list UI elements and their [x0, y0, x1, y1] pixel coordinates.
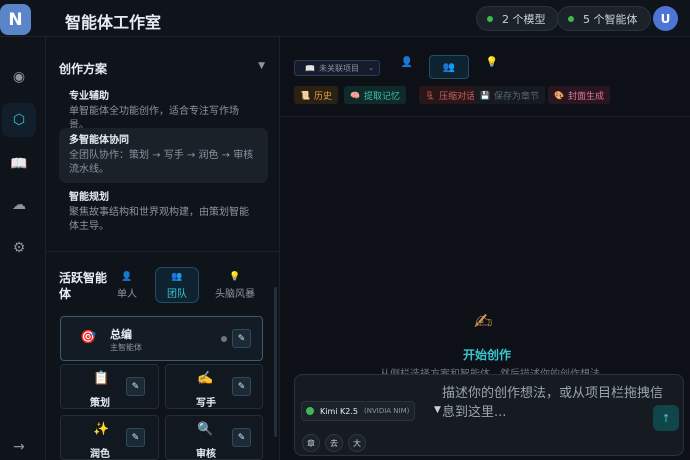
project-select[interactable]: 📖 未关联项目 ⌄	[294, 60, 380, 76]
edit-agent-button[interactable]: ✎	[232, 377, 251, 396]
agent-card-writer[interactable]: ✍️ 写手 ✎	[165, 364, 263, 409]
extract-memory-button[interactable]: 🧠 提取记忆	[344, 86, 406, 104]
target-icon[interactable]: ◉	[2, 60, 36, 94]
plan-title: 专业辅助	[69, 91, 109, 102]
format-button-remove[interactable]: 去	[325, 434, 343, 452]
tag-label: 保存为章节	[493, 91, 539, 102]
plan-title: 多智能体协同	[69, 135, 129, 146]
agent-status-dot	[221, 336, 227, 342]
send-button[interactable]: ↑	[653, 405, 679, 431]
edit-agent-button[interactable]: ✎	[232, 329, 251, 348]
mode-label: 单人	[117, 288, 137, 300]
single-mode-icon[interactable]: 👤	[397, 57, 417, 68]
left-rail: ◉ ⬡ 📖 ☁ ⚙ →	[0, 37, 46, 460]
status-dot	[568, 15, 574, 22]
edit-agent-button[interactable]: ✎	[232, 428, 251, 447]
section-divider	[46, 251, 280, 252]
panel-scrollbar[interactable]	[274, 287, 277, 437]
empty-state-title: 开始创作	[463, 348, 512, 362]
plan-option-smart-plan[interactable]: 智能规划 聚焦故事结构和世界观构建，由策划智能体主导。	[59, 185, 268, 240]
plans-section-title: 创作方案	[59, 62, 108, 76]
plan-option-multi-agent[interactable]: 多智能体协同 全团队协作：策划 → 写手 → 润色 → 审核流水线。	[59, 128, 268, 183]
agent-card-polisher[interactable]: ✨ 润色 ✎	[60, 415, 159, 460]
cloud-icon[interactable]: ☁	[2, 188, 36, 222]
team-icon: 👥	[171, 271, 183, 282]
project-select-value: 未关联项目	[318, 63, 359, 73]
agent-name: 审核	[196, 449, 216, 460]
tag-label: 压缩对话	[439, 91, 476, 102]
mode-label: 团队	[167, 288, 187, 300]
target-icon: 🎯	[80, 330, 97, 345]
agent-count-label: 5 个智能体	[583, 12, 638, 26]
agent-card-lead[interactable]: 🎯 总编 主智能体 ✎	[60, 316, 263, 361]
caret-down-icon[interactable]: ▼	[434, 405, 441, 415]
app-logo[interactable]: N	[0, 4, 31, 35]
folder-icon: 📖	[305, 63, 315, 73]
agent-name: 写手	[196, 398, 216, 409]
agents-section-title: 活跃智能体	[59, 271, 108, 301]
agent-name: 策划	[90, 398, 110, 409]
model-count-badge[interactable]: 2 个模型	[476, 6, 559, 31]
mode-tab-brainstorm[interactable]: 💡 头脑风暴	[211, 267, 259, 303]
model-provider: (NVIDIA NIM)	[364, 407, 410, 415]
agent-role: 主智能体	[110, 343, 142, 352]
edit-agent-button[interactable]: ✎	[126, 377, 145, 396]
logout-arrow-icon[interactable]: →	[2, 430, 36, 460]
edit-agent-button[interactable]: ✎	[126, 428, 145, 447]
agent-count-badge[interactable]: 5 个智能体	[557, 6, 651, 31]
tag-label: 提取记忆	[363, 91, 400, 102]
format-button-large[interactable]: 大	[348, 434, 366, 452]
cover-generate-button[interactable]: 🎨 封面生成	[548, 86, 610, 104]
save-chapter-button[interactable]: 💾 保存为章节	[474, 86, 545, 104]
agent-card-reviewer[interactable]: 🔍 审核 ✎	[165, 415, 263, 460]
book-icon[interactable]: 📖	[2, 147, 36, 181]
team-mode-icon[interactable]: 👥	[429, 55, 469, 79]
mode-tab-single[interactable]: 👤 单人	[105, 267, 149, 303]
model-name: Kimi K2.5	[320, 406, 358, 416]
hexagon-icon[interactable]: ⬡	[2, 103, 36, 137]
person-icon: 👤	[121, 271, 133, 282]
agent-card-planner[interactable]: 📋 策划 ✎	[60, 364, 159, 409]
chat-toolbar: 📖 未关联项目 ⌄ 👤 👥 💡 📜 历史 🧠 提取记忆 🗜 压缩对话 💾 保存为…	[281, 37, 690, 117]
mode-tab-team[interactable]: 👥 团队	[155, 267, 199, 303]
gear-icon[interactable]: ⚙	[2, 231, 36, 265]
app-root: N 智能体工作室 2 个模型 5 个智能体 U ◉ ⬡ 📖 ☁ ⚙ → 创作方案…	[0, 0, 690, 460]
sparkles-icon: ✨	[93, 422, 110, 437]
writing-hand-icon: ✍️	[197, 371, 214, 386]
side-panel: 创作方案 ▼ 专业辅助 单智能体全功能创作，适合专注写作场景。 多智能体协同 全…	[46, 37, 280, 460]
status-dot	[487, 15, 493, 22]
chevron-down-icon: ⌄	[368, 64, 374, 72]
history-button[interactable]: 📜 历史	[294, 86, 338, 104]
clipboard-icon: 📋	[93, 371, 110, 386]
model-selector[interactable]: Kimi K2.5 (NVIDIA NIM)	[301, 401, 416, 421]
scroll-icon: 📜	[300, 90, 310, 100]
palette-icon: 🎨	[554, 90, 564, 100]
compress-chat-button[interactable]: 🗜 压缩对话	[419, 86, 482, 104]
lightbulb-icon: 💡	[229, 271, 241, 282]
app-title: 智能体工作室	[65, 13, 162, 32]
model-count-label: 2 个模型	[502, 12, 546, 26]
model-status-dot	[306, 407, 314, 415]
mode-label: 头脑风暴	[215, 288, 255, 300]
plan-title: 智能规划	[69, 192, 109, 203]
agent-name: 润色	[90, 449, 110, 460]
plan-desc: 全团队协作：策划 → 写手 → 润色 → 审核流水线。	[69, 150, 254, 175]
top-header: N 智能体工作室 2 个模型 5 个智能体 U	[0, 0, 690, 37]
magnifier-icon: 🔍	[197, 422, 214, 437]
composer-placeholder[interactable]: 描述你的创作想法，或从项目栏拖拽信息到这里...	[442, 384, 672, 422]
save-icon: 💾	[480, 90, 490, 100]
user-avatar[interactable]: U	[653, 6, 678, 31]
plan-desc: 聚焦故事结构和世界观构建，由策划智能体主导。	[69, 207, 249, 232]
collapse-caret-icon[interactable]: ▼	[258, 61, 265, 71]
compress-icon: 🗜	[425, 90, 436, 100]
tag-label: 封面生成	[567, 91, 604, 102]
agent-name: 总编	[110, 328, 132, 341]
brainstorm-mode-icon[interactable]: 💡	[482, 57, 502, 68]
brain-icon: 🧠	[350, 90, 360, 100]
format-button-chapter[interactable]: 章	[302, 434, 320, 452]
tag-label: 历史	[313, 91, 332, 102]
writing-hand-icon: ✍	[474, 310, 493, 335]
message-composer[interactable]: 描述你的创作想法，或从项目栏拖拽信息到这里... Kimi K2.5 (NVID…	[294, 374, 684, 456]
